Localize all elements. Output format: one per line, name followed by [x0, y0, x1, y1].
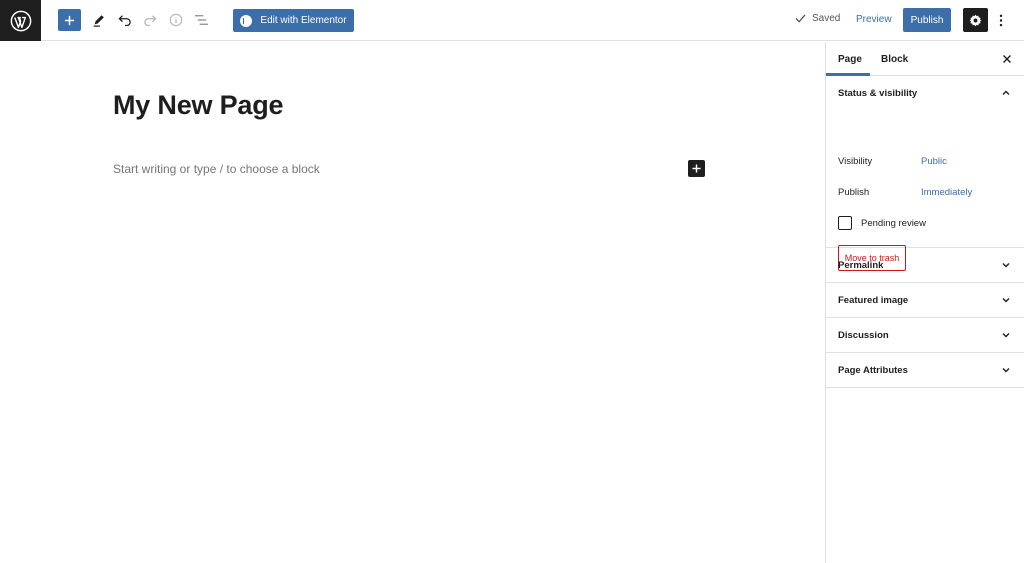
pending-review-label: Pending review: [861, 218, 926, 229]
info-icon: [169, 13, 183, 27]
publish-label: Publish: [838, 187, 870, 198]
tools-button[interactable]: [88, 9, 110, 31]
more-vertical-icon: [999, 14, 1003, 26]
edit-with-elementor-label: Edit with Elementor: [260, 15, 347, 26]
plus-icon: [692, 164, 701, 173]
redo-icon: [144, 15, 157, 26]
editor-canvas: My New Page Start writing or type / to c…: [0, 42, 825, 563]
tab-block[interactable]: Block: [881, 54, 908, 65]
inline-add-block-button[interactable]: [688, 160, 705, 177]
chevron-down-icon: [1002, 333, 1010, 338]
chevron-down-icon: [1002, 298, 1010, 303]
block-placeholder[interactable]: Start writing or type / to choose a bloc…: [113, 162, 320, 176]
elementor-icon: [240, 14, 253, 27]
chevron-up-icon: [1002, 90, 1010, 95]
pending-review-checkbox[interactable]: [838, 216, 852, 230]
sidebar-tabs: Page Block: [826, 42, 1024, 76]
featured-image-title: Featured image: [838, 295, 909, 306]
undo-button[interactable]: [114, 9, 136, 31]
pencil-icon: [93, 15, 104, 27]
status-visibility-panel: Status & visibility Visibility Public Pu…: [826, 76, 1024, 271]
visibility-value-link[interactable]: Public: [921, 156, 947, 167]
details-button[interactable]: [165, 9, 187, 31]
chevron-down-icon: [1002, 263, 1010, 268]
editor-toolbar: Edit with Elementor Saved Preview Publis…: [0, 0, 1024, 41]
gear-icon: [969, 14, 982, 26]
page-title[interactable]: My New Page: [113, 90, 284, 121]
check-icon: [795, 14, 806, 23]
page-attributes-title: Page Attributes: [838, 365, 908, 376]
settings-button[interactable]: [963, 8, 988, 32]
chevron-down-icon: [1002, 368, 1010, 373]
saved-status: Saved: [795, 13, 840, 24]
status-visibility-title: Status & visibility: [838, 88, 918, 99]
settings-sidebar: Page Block Status & visibility Visibilit…: [825, 42, 1024, 563]
undo-icon: [118, 15, 131, 26]
plus-icon: [64, 15, 75, 25]
tab-page[interactable]: Page: [838, 54, 862, 65]
edit-with-elementor-button[interactable]: Edit with Elementor: [233, 9, 354, 32]
wordpress-logo-icon[interactable]: [0, 0, 41, 41]
publish-date-link[interactable]: Immediately: [921, 187, 972, 198]
more-options-button[interactable]: [992, 9, 1010, 31]
saved-label: Saved: [812, 13, 841, 24]
publish-button[interactable]: Publish: [903, 8, 951, 32]
list-view-icon: [194, 15, 208, 25]
add-block-button[interactable]: [58, 9, 81, 31]
permalink-panel[interactable]: Permalink: [826, 248, 1024, 283]
featured-image-panel[interactable]: Featured image: [826, 283, 1024, 318]
list-view-button[interactable]: [190, 9, 212, 31]
status-visibility-header[interactable]: Status & visibility: [826, 76, 1024, 110]
discussion-title: Discussion: [838, 330, 889, 341]
page-attributes-panel[interactable]: Page Attributes: [826, 353, 1024, 388]
permalink-title: Permalink: [838, 260, 884, 271]
discussion-panel[interactable]: Discussion: [826, 318, 1024, 353]
redo-button[interactable]: [139, 9, 161, 31]
close-icon[interactable]: [1001, 53, 1013, 65]
visibility-label: Visibility: [838, 156, 873, 167]
preview-button[interactable]: Preview: [856, 14, 892, 25]
